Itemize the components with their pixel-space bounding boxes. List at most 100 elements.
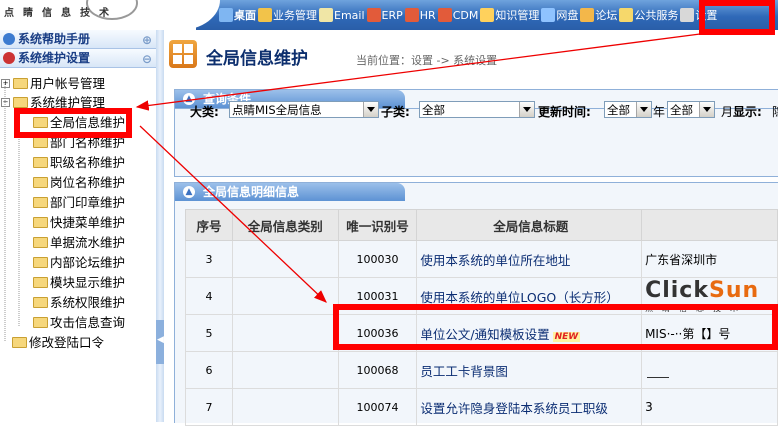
cell-title-link[interactable]: 使用本系统的单位LOGO（长方形） xyxy=(420,290,618,305)
chevron-down-icon[interactable] xyxy=(699,102,714,117)
detail-panel-title[interactable]: ▲ 全局信息明细信息 xyxy=(175,183,405,201)
month-select-value: 全部 xyxy=(670,103,693,117)
netdisk-icon xyxy=(541,8,556,22)
subclass-select-value: 全部 xyxy=(422,103,445,117)
folder-icon xyxy=(33,317,48,328)
tree-item-5[interactable]: 快捷菜单维护 xyxy=(33,213,125,232)
cell-seq: 5 xyxy=(184,314,234,352)
tree-item-10[interactable]: 攻击信息查询 xyxy=(33,313,125,332)
logo-curve xyxy=(160,0,220,30)
column-header-category[interactable]: 全局信息类别 xyxy=(232,209,339,241)
nav-item-knowledge[interactable]: 知识管理 xyxy=(479,0,540,30)
column-header-seq[interactable]: 序号 xyxy=(184,209,234,241)
nav-item-business[interactable]: 业务管理 xyxy=(257,0,318,30)
nav-item-erp[interactable]: ERP xyxy=(366,0,404,30)
column-header-value[interactable] xyxy=(641,209,778,241)
expand-icon[interactable]: + xyxy=(1,79,10,88)
forum-icon xyxy=(580,8,595,22)
nav-item-label: Email xyxy=(334,8,365,22)
folder-icon xyxy=(12,337,27,348)
tree-item-4[interactable]: 部门印章维护 xyxy=(33,193,125,212)
nav-item-cdm[interactable]: CDM xyxy=(437,0,480,30)
nav-item-label: 桌面 xyxy=(234,9,256,22)
tree-item-3[interactable]: 岗位名称维护 xyxy=(33,173,125,192)
folder-icon xyxy=(33,157,48,168)
tree-item-label: 修改登陆口令 xyxy=(29,335,105,350)
cell-title[interactable]: 使用本系统的单位所在地址 xyxy=(416,240,643,278)
nav-item-hr[interactable]: HR xyxy=(404,0,437,30)
nav-item-label: 公共服务 xyxy=(634,9,679,22)
panel-title-text: 全局信息明细信息 xyxy=(203,185,300,199)
cell-title[interactable]: 员工工卡背景图 xyxy=(416,351,643,389)
logo-brand-part: Sun xyxy=(708,278,760,304)
folder-icon xyxy=(33,237,48,248)
tree-item-2[interactable]: 职级名称维护 xyxy=(33,153,125,172)
chevron-down-icon[interactable] xyxy=(363,102,378,117)
collapse-sidebar-handle[interactable]: ◀ xyxy=(156,320,164,364)
cell-seq: 6 xyxy=(184,351,234,389)
nav-item-email[interactable]: Email xyxy=(318,0,366,30)
collapse-arrow-icon[interactable]: ▲ xyxy=(183,186,195,198)
update-year-select[interactable]: 全部 xyxy=(604,101,652,118)
table-row[interactable]: 6 100068 员工工卡背景图 xyxy=(184,351,778,389)
logo-text: 点睛信息技术 xyxy=(4,8,118,19)
subclass-select[interactable]: 全部 xyxy=(419,101,535,118)
main-nav: 桌面 业务管理 Email ERP HR CDM 知识管理 网盘 论坛 公共服务 设置 xyxy=(218,0,718,30)
erp-icon xyxy=(366,8,381,22)
page-icon xyxy=(169,40,197,68)
business-icon xyxy=(258,8,272,22)
table-row[interactable]: 3 100030 使用本系统的单位所在地址 广东省深圳市 xyxy=(184,240,778,278)
subclass-label: 子类: xyxy=(381,105,410,119)
tree-item-8[interactable]: 模块显示维护 xyxy=(33,273,125,292)
sidebar-splitter[interactable]: ◀ xyxy=(156,30,164,422)
tree-item-label: 部门印章维护 xyxy=(50,195,126,210)
cell-id: 100074 xyxy=(337,388,418,426)
display-value: 隐 xyxy=(772,103,778,120)
cell-value: 3 xyxy=(641,388,778,426)
cell-id: 100068 xyxy=(337,351,418,389)
tree-item-9[interactable]: 系统权限维护 xyxy=(33,293,125,312)
cell-title-link[interactable]: 设置允许隐身登陆本系统员工职级 xyxy=(420,401,608,416)
table-row[interactable]: 7 100074 设置允许隐身登陆本系统员工职级 3 xyxy=(184,388,778,426)
knowledge-icon xyxy=(480,8,495,22)
cell-value: 广东省深圳市 xyxy=(641,240,778,278)
year-label: 年 xyxy=(653,105,666,119)
tree-item-label: 岗位名称维护 xyxy=(50,175,126,190)
cell-value xyxy=(641,351,778,389)
settings-icon xyxy=(680,8,695,22)
highlight-box-tree-item xyxy=(14,108,132,138)
cell-title[interactable]: 设置允许隐身登陆本系统员工职级 xyxy=(416,388,643,426)
chevron-down-icon[interactable] xyxy=(636,102,651,117)
nav-item-label: 网盘 xyxy=(556,9,579,22)
tree-item-label: 系统权限维护 xyxy=(50,295,126,310)
cell-title-link[interactable]: 员工工卡背景图 xyxy=(420,364,508,379)
category-select-value: 点睛MIS全局信息 xyxy=(232,103,322,117)
tree-item-label: 单据流水维护 xyxy=(50,235,126,250)
nav-item-public-service[interactable]: 公共服务 xyxy=(618,0,679,30)
nav-item-desktop[interactable]: 桌面 xyxy=(218,0,257,30)
public-service-icon xyxy=(619,8,634,22)
logo-brand: ClickSun xyxy=(645,278,776,304)
tree-item-change-password[interactable]: 修改登陆口令 xyxy=(1,333,104,352)
tree-item-label: 内部论坛维护 xyxy=(50,255,126,270)
tree-item-user-accounts[interactable]: + 用户帐号管理 xyxy=(1,74,105,93)
tree-item-label: 快捷菜单维护 xyxy=(50,215,126,230)
cell-value-text: 3 xyxy=(645,400,653,414)
collapse-icon[interactable]: − xyxy=(1,98,10,107)
column-header-title[interactable]: 全局信息标题 xyxy=(416,209,643,241)
chevron-down-icon[interactable] xyxy=(519,102,534,117)
nav-item-forum[interactable]: 论坛 xyxy=(579,0,618,30)
folder-icon xyxy=(13,78,28,89)
nav-item-netdisk[interactable]: 网盘 xyxy=(540,0,579,30)
tree-item-7[interactable]: 内部论坛维护 xyxy=(33,253,125,272)
cell-title-link[interactable]: 使用本系统的单位所在地址 xyxy=(420,253,570,268)
cell-seq: 3 xyxy=(184,240,234,278)
category-select[interactable]: 点睛MIS全局信息 xyxy=(229,101,379,118)
column-header-id[interactable]: 唯一识别号 xyxy=(337,209,418,241)
highlight-box-settings xyxy=(699,0,775,35)
page-title: 全局信息维护 xyxy=(206,49,308,69)
tree-item-6[interactable]: 单据流水维护 xyxy=(33,233,125,252)
nav-item-label: HR xyxy=(419,8,436,22)
update-month-select[interactable]: 全部 xyxy=(667,101,715,118)
table-header-row: 序号 全局信息类别 唯一识别号 全局信息标题 xyxy=(184,209,778,241)
